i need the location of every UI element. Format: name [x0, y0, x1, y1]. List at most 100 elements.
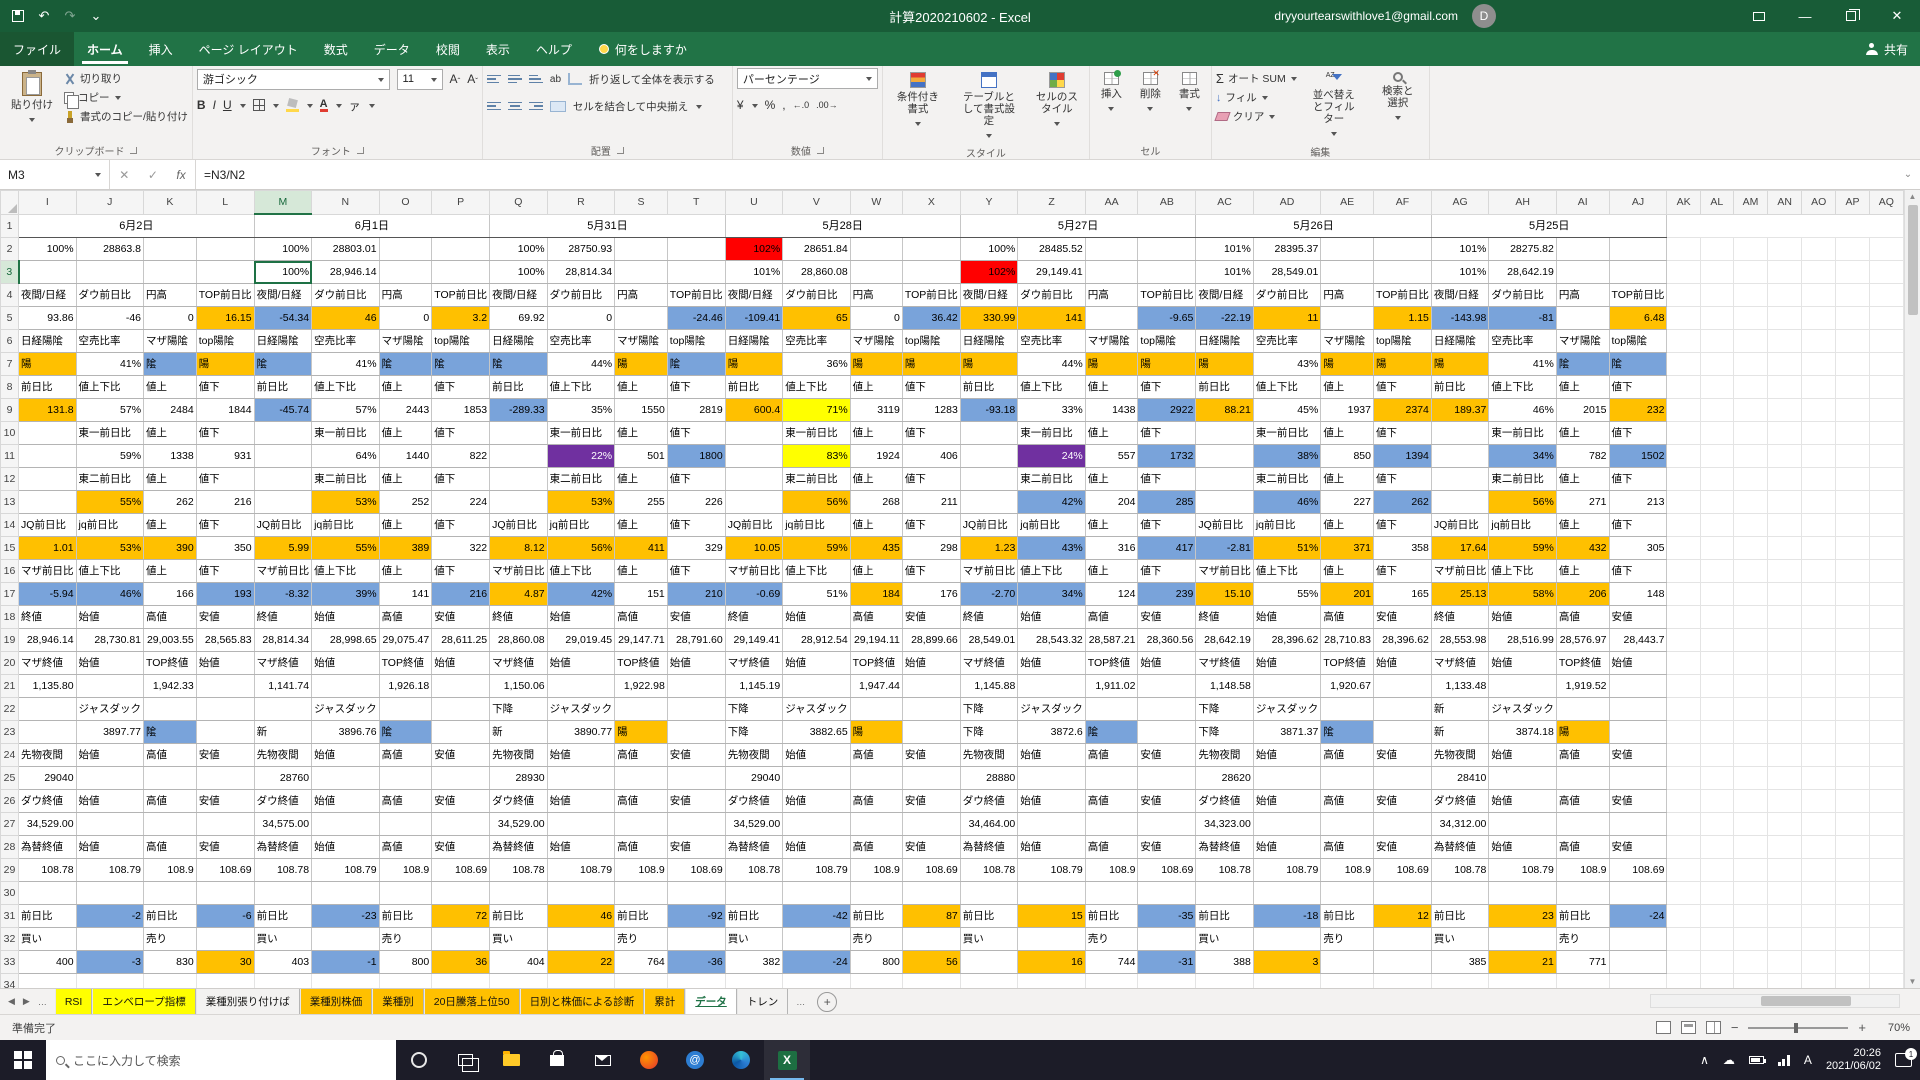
cell-I2[interactable]: 100% [19, 238, 77, 261]
cell-AA17[interactable]: 124 [1085, 583, 1138, 606]
row-header-12[interactable]: 12 [1, 468, 19, 491]
cell-empty[interactable] [1667, 905, 1700, 928]
cell-empty[interactable] [1802, 652, 1836, 675]
cell-empty[interactable] [1802, 514, 1836, 537]
cell-O13[interactable]: 252 [379, 491, 432, 514]
cell-T9[interactable]: 2819 [667, 399, 725, 422]
cell-AF18[interactable]: 安値 [1373, 606, 1431, 629]
row-header-7[interactable]: 7 [1, 353, 19, 376]
cell-AI24[interactable]: 高値 [1556, 744, 1609, 767]
cell-S28[interactable]: 高値 [615, 836, 668, 859]
cell-empty[interactable] [1667, 491, 1700, 514]
zoom-out-button[interactable]: − [1731, 1020, 1739, 1035]
cell-T2[interactable] [667, 238, 725, 261]
cell-T22[interactable] [667, 698, 725, 721]
cell-AA30[interactable] [1085, 882, 1138, 905]
cell-empty[interactable] [1869, 652, 1903, 675]
cell-AJ4[interactable]: TOP前日比 [1609, 284, 1667, 307]
cell-empty[interactable] [1869, 744, 1903, 767]
cell-AC17[interactable]: 15.10 [1196, 583, 1254, 606]
cell-AH24[interactable]: 始値 [1489, 744, 1556, 767]
merge-center-button[interactable]: セルを結合して中央揃え [573, 99, 688, 114]
cell-L8[interactable]: 値下 [196, 376, 254, 399]
align-top-icon[interactable] [487, 75, 501, 84]
cell-J33[interactable]: -3 [76, 951, 143, 974]
clear-button[interactable]: クリア [1216, 109, 1297, 124]
cell-O28[interactable]: 高値 [379, 836, 432, 859]
cell-AG19[interactable]: 28,553.98 [1431, 629, 1489, 652]
cell-empty[interactable] [1700, 307, 1733, 330]
cell-AH12[interactable]: 東二前日比 [1489, 468, 1556, 491]
row-header-11[interactable]: 11 [1, 445, 19, 468]
cell-L16[interactable]: 値下 [196, 560, 254, 583]
close-button[interactable]: ✕ [1874, 0, 1920, 32]
cell-L9[interactable]: 1844 [196, 399, 254, 422]
row-header-24[interactable]: 24 [1, 744, 19, 767]
cell-AD23[interactable]: 3871.37 [1253, 721, 1320, 744]
cell-empty[interactable] [1733, 261, 1768, 284]
cell-empty[interactable] [1836, 859, 1869, 882]
cell-empty[interactable] [1836, 261, 1869, 284]
cell-empty[interactable] [1667, 813, 1700, 836]
cell-AE5[interactable] [1321, 307, 1374, 330]
cell-AA23[interactable]: 隂 [1085, 721, 1138, 744]
cell-empty[interactable] [1733, 652, 1768, 675]
cell-AH2[interactable]: 28275.82 [1489, 238, 1556, 261]
cell-N13[interactable]: 53% [312, 491, 379, 514]
cell-empty[interactable] [1836, 882, 1869, 905]
cell-Z30[interactable] [1018, 882, 1085, 905]
cell-J10[interactable]: 東一前日比 [76, 422, 143, 445]
cell-P18[interactable]: 安値 [432, 606, 490, 629]
cell-W22[interactable] [850, 698, 902, 721]
cell-T23[interactable] [667, 721, 725, 744]
cell-AJ7[interactable]: 隂 [1609, 353, 1667, 376]
cell-empty[interactable] [1802, 721, 1836, 744]
cell-M17[interactable]: -8.32 [254, 583, 312, 606]
cell-O21[interactable]: 1,926.18 [379, 675, 432, 698]
cell-S5[interactable] [615, 307, 668, 330]
cell-AI14[interactable]: 値上 [1556, 514, 1609, 537]
cell-Y27[interactable]: 34,464.00 [960, 813, 1018, 836]
cell-empty[interactable] [1768, 744, 1802, 767]
row-header-17[interactable]: 17 [1, 583, 19, 606]
cell-X17[interactable]: 176 [902, 583, 960, 606]
cell-AA33[interactable]: 744 [1085, 951, 1138, 974]
cell-empty[interactable] [547, 974, 614, 989]
cell-AG33[interactable]: 385 [1431, 951, 1489, 974]
cell-empty[interactable] [1869, 560, 1903, 583]
ribbon-tab-ファイル[interactable]: ファイル [0, 32, 74, 66]
cell-O18[interactable]: 高値 [379, 606, 432, 629]
ribbon-tab-データ[interactable]: データ [361, 32, 423, 66]
cell-AH4[interactable]: ダウ前日比 [1489, 284, 1556, 307]
cell-AD13[interactable]: 46% [1253, 491, 1320, 514]
formula-input[interactable]: =N3/N2 [196, 160, 1896, 189]
cell-AF5[interactable]: 1.15 [1373, 307, 1431, 330]
cell-AG9[interactable]: 189.37 [1431, 399, 1489, 422]
cell-P20[interactable]: 始値 [432, 652, 490, 675]
cell-empty[interactable] [1802, 790, 1836, 813]
restore-button[interactable] [1828, 0, 1874, 32]
cell-O5[interactable]: 0 [379, 307, 432, 330]
cell-W18[interactable]: 高値 [850, 606, 902, 629]
cell-empty[interactable] [1733, 537, 1768, 560]
cell-W19[interactable]: 29,194.11 [850, 629, 902, 652]
cell-AD2[interactable]: 28395.37 [1253, 238, 1320, 261]
cell-empty[interactable] [1733, 238, 1768, 261]
cell-AF8[interactable]: 値下 [1373, 376, 1431, 399]
cell-V32[interactable] [783, 928, 850, 951]
cell-J24[interactable]: 始値 [76, 744, 143, 767]
cell-AA31[interactable]: 前日比 [1085, 905, 1138, 928]
cell-Y23[interactable]: 下降 [960, 721, 1018, 744]
cell-N19[interactable]: 28,998.65 [312, 629, 379, 652]
cell-V13[interactable]: 56% [783, 491, 850, 514]
cell-empty[interactable] [1802, 284, 1836, 307]
cell-AC26[interactable]: ダウ終値 [1196, 790, 1254, 813]
cell-Q21[interactable]: 1,150.06 [490, 675, 548, 698]
cell-empty[interactable] [1733, 905, 1768, 928]
cell-K2[interactable] [144, 238, 197, 261]
cell-empty[interactable] [1836, 399, 1869, 422]
cell-I3[interactable] [19, 261, 77, 284]
cell-S27[interactable] [615, 813, 668, 836]
cell-T33[interactable]: -36 [667, 951, 725, 974]
horizontal-scroll-thumb[interactable] [1761, 996, 1851, 1006]
